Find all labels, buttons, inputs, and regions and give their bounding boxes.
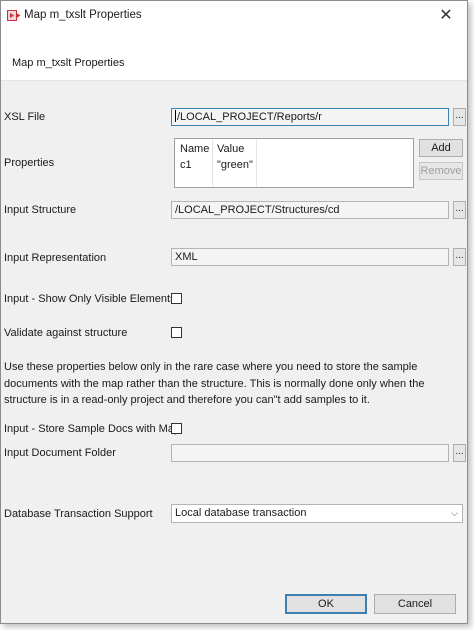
map-app-icon	[7, 10, 21, 21]
title-bar: Map m_txslt Properties ✕	[1, 1, 467, 31]
properties-table[interactable]: Name Value c1 "green"	[174, 138, 414, 188]
show-visible-label: Input - Show Only Visible Elements	[4, 293, 176, 305]
input-document-folder-browse-button[interactable]: ...	[453, 444, 466, 462]
properties-dialog: Map m_txslt Properties ✕ Map m_txslt Pro…	[0, 0, 468, 624]
chevron-down-icon: ⌵	[451, 508, 458, 518]
xsl-file-browse-button[interactable]: ...	[453, 108, 466, 126]
input-representation-label: Input Representation	[4, 252, 107, 264]
remove-property-button[interactable]: Remove	[419, 162, 463, 180]
close-icon: ✕	[439, 7, 453, 24]
column-divider	[212, 139, 213, 187]
property-row-name[interactable]: c1	[180, 159, 192, 171]
input-structure-label: Input Structure	[4, 204, 77, 216]
db-transaction-label: Database Transaction Support	[4, 508, 153, 520]
input-structure-input[interactable]: /LOCAL_PROJECT/Structures/cd	[171, 201, 449, 219]
input-representation-browse-button[interactable]: ...	[453, 248, 466, 266]
column-header-name[interactable]: Name	[180, 143, 209, 155]
ok-button[interactable]: OK	[285, 594, 367, 614]
db-transaction-select[interactable]: Local database transaction ⌵	[171, 504, 463, 523]
property-row-value[interactable]: "green"	[217, 159, 253, 171]
window-title: Map m_txslt Properties	[24, 9, 142, 21]
show-visible-checkbox[interactable]	[171, 293, 182, 304]
properties-label: Properties	[4, 157, 55, 169]
cancel-button[interactable]: Cancel	[374, 594, 456, 614]
store-samples-label: Input - Store Sample Docs with Map	[4, 423, 181, 435]
db-transaction-selected: Local database transaction	[175, 507, 307, 519]
column-divider	[256, 139, 257, 187]
xsl-file-value: /LOCAL_PROJECT/Reports/r	[177, 111, 322, 123]
header-title: Map m_txslt Properties	[12, 57, 125, 69]
text-caret	[175, 110, 176, 122]
xsl-file-label: XSL File	[4, 111, 46, 123]
info-text: Use these properties below only in the r…	[4, 361, 425, 406]
xsl-file-input[interactable]: /LOCAL_PROJECT/Reports/r	[171, 108, 449, 126]
input-structure-browse-button[interactable]: ...	[453, 201, 466, 219]
add-property-button[interactable]: Add	[419, 139, 463, 157]
validate-checkbox[interactable]	[171, 327, 182, 338]
validate-label: Validate against structure	[4, 327, 128, 339]
input-document-folder-input[interactable]	[171, 444, 449, 462]
input-representation-input[interactable]: XML	[171, 248, 449, 266]
input-document-folder-label: Input Document Folder	[4, 447, 116, 459]
column-header-value[interactable]: Value	[217, 143, 244, 155]
close-button[interactable]: ✕	[435, 5, 457, 27]
header-area: Map m_txslt Properties	[1, 31, 467, 81]
store-samples-checkbox[interactable]	[171, 423, 182, 434]
